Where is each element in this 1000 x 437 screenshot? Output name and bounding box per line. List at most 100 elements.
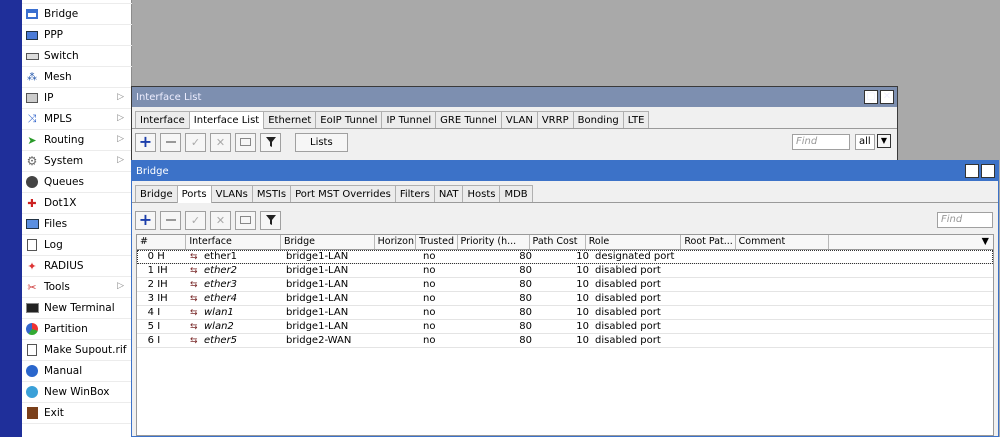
column-header-comment[interactable]: Comment xyxy=(736,235,830,249)
tab-lte[interactable]: LTE xyxy=(622,111,650,128)
sidebar-item-ppp[interactable]: PPP xyxy=(22,25,132,46)
tab-gre-tunnel[interactable]: GRE Tunnel xyxy=(435,111,502,128)
bridge-window-controls: ▢ ✕ xyxy=(965,164,995,178)
sidebar-item-label: Tools xyxy=(44,281,70,293)
sidebar-item-manual[interactable]: Manual xyxy=(22,361,132,382)
column-header-interface[interactable]: Interface xyxy=(186,235,281,249)
tab-mdb[interactable]: MDB xyxy=(499,185,533,202)
sidebar-item-mpls[interactable]: ⤨ MPLS ▷ xyxy=(22,109,132,130)
tab-interface-list[interactable]: Interface List xyxy=(188,111,265,129)
comment-button[interactable] xyxy=(235,132,256,152)
mpls-icon: ⤨ xyxy=(27,112,37,125)
filter-button[interactable] xyxy=(260,210,281,230)
enable-button[interactable]: ✓ xyxy=(185,210,206,230)
column-header-root-pat[interactable]: Root Pat... xyxy=(681,235,736,249)
tab-bridge[interactable]: Bridge xyxy=(135,185,178,202)
sidebar-item-label: Manual xyxy=(44,365,83,377)
comment-button[interactable] xyxy=(235,210,256,230)
sidebar-item-partition[interactable]: Partition xyxy=(22,319,132,340)
table-row[interactable]: 1 IH ⇆ ether2 bridge1-LAN no 80 10 disabled por… xyxy=(137,264,993,278)
tab-filters[interactable]: Filters xyxy=(394,185,435,202)
row-number: 3 xyxy=(147,293,154,304)
table-row[interactable]: 2 IH ⇆ ether3 bridge1-LAN no 80 10 disabled por… xyxy=(137,278,993,292)
sidebar-item-new-winbox[interactable]: New WinBox xyxy=(22,382,132,403)
row-number: 5 xyxy=(147,321,154,332)
tab-bonding[interactable]: Bonding xyxy=(572,111,624,128)
cell-comment xyxy=(744,250,839,263)
sidebar-item-files[interactable]: Files xyxy=(22,214,132,235)
add-button[interactable]: + xyxy=(135,132,156,152)
interface-list-window[interactable]: Interface List ▢ ✕ Interface Interface Li… xyxy=(131,86,898,166)
column-header-path-cost[interactable]: Path Cost xyxy=(530,235,586,249)
sidebar-item-new-terminal[interactable]: New Terminal xyxy=(22,298,132,319)
tab-nat[interactable]: NAT xyxy=(433,185,464,202)
enable-button[interactable]: ✓ xyxy=(185,132,206,152)
filter-dropdown-arrow[interactable]: ▼ xyxy=(877,134,891,148)
interface-find-input[interactable]: Find xyxy=(792,134,850,150)
sidebar-item-mesh[interactable]: ⁂ Mesh xyxy=(22,67,132,88)
sidebar-item-exit[interactable]: Exit xyxy=(22,403,132,424)
column-header-bridge[interactable]: Bridge xyxy=(281,235,375,249)
close-icon[interactable]: ✕ xyxy=(981,164,995,178)
close-icon[interactable]: ✕ xyxy=(880,90,894,104)
column-header-trusted[interactable]: Trusted xyxy=(416,235,458,249)
column-header-role[interactable]: Role xyxy=(586,235,682,249)
interface-window-titlebar[interactable]: Interface List ▢ ✕ xyxy=(132,87,897,107)
submenu-arrow-icon: ▷ xyxy=(117,113,124,123)
filter-button[interactable] xyxy=(260,132,281,152)
sidebar-item-dot1x[interactable]: ✚ Dot1X xyxy=(22,193,132,214)
table-row[interactable]: 5 I ⇆ wlan2 bridge1-LAN no 80 10 disabled port xyxy=(137,320,993,334)
column-header-[interactable]: # xyxy=(137,235,187,249)
tab-vlans[interactable]: VLANs xyxy=(210,185,253,202)
check-icon: ✓ xyxy=(190,135,201,149)
remove-button[interactable] xyxy=(160,132,181,152)
sidebar-item-queues[interactable]: Queues xyxy=(22,172,132,193)
table-row[interactable]: 6 I ⇆ ether5 bridge2-WAN no 80 10 disabled port xyxy=(137,334,993,348)
tab-vlan[interactable]: VLAN xyxy=(500,111,538,128)
disable-button[interactable]: ✕ xyxy=(210,132,231,152)
tab-hosts[interactable]: Hosts xyxy=(462,185,501,202)
cell-role: disabled port xyxy=(595,335,661,346)
maximize-icon[interactable]: ▢ xyxy=(864,90,878,104)
column-header-priority-h[interactable]: Priority (h... xyxy=(458,235,530,249)
tab-ports[interactable]: Ports xyxy=(176,185,212,203)
tab-vrrp[interactable]: VRRP xyxy=(536,111,574,128)
table-row[interactable]: 3 IH ⇆ ether4 bridge1-LAN no 80 10 disabled por… xyxy=(137,292,993,306)
cell-bridge: bridge1-LAN xyxy=(286,279,349,290)
sidebar-item-tools[interactable]: ✂ Tools ▷ xyxy=(22,277,132,298)
bridge-window[interactable]: Bridge ▢ ✕ Bridge Ports VLANs MSTIs Port MST… xyxy=(131,160,999,437)
bridge-find-input[interactable]: Find xyxy=(937,212,993,228)
sidebar-item-make-supout-rif[interactable]: Make Supout.rif xyxy=(22,340,132,361)
funnel-icon xyxy=(265,215,276,225)
tab-port-mst-overrides[interactable]: Port MST Overrides xyxy=(290,185,396,202)
maximize-icon[interactable]: ▢ xyxy=(965,164,979,178)
lists-button[interactable]: Lists xyxy=(295,132,348,152)
cross-icon: ✕ xyxy=(215,135,226,149)
sidebar-item-ip[interactable]: IP ▷ xyxy=(22,88,132,109)
tab-ip-tunnel[interactable]: IP Tunnel xyxy=(381,111,437,128)
tab-eoip-tunnel[interactable]: EoIP Tunnel xyxy=(315,111,383,128)
sidebar-item-label: Queues xyxy=(44,176,84,188)
bridge-window-titlebar[interactable]: Bridge ▢ ✕ xyxy=(132,161,998,181)
cell-bridge: bridge1-LAN xyxy=(286,265,349,276)
sidebar-item-log[interactable]: Log xyxy=(22,235,132,256)
cell-interface: ⇆ wlan1 xyxy=(187,306,283,319)
tab-mstis[interactable]: MSTIs xyxy=(251,185,292,202)
table-row[interactable]: 0 H ⇆ ether1 bridge1-LAN no 80 10 designated po… xyxy=(137,250,993,264)
sidebar-item-routing[interactable]: ➤ Routing ▷ xyxy=(22,130,132,151)
tab-interface[interactable]: Interface xyxy=(135,111,190,128)
cell-root-path-cost xyxy=(689,292,744,305)
sidebar-item-system[interactable]: ⚙ System ▷ xyxy=(22,151,132,172)
sidebar-item-bridge[interactable]: Bridge xyxy=(22,4,132,25)
table-row[interactable]: 4 I ⇆ wlan1 bridge1-LAN no 80 10 disabled port xyxy=(137,306,993,320)
add-button[interactable]: + xyxy=(135,210,156,230)
cell-path-cost: 10 xyxy=(576,265,589,276)
sidebar-item-radius[interactable]: ✦ RADIUS xyxy=(22,256,132,277)
sidebar-item-switch[interactable]: Switch xyxy=(22,46,132,67)
tab-ethernet[interactable]: Ethernet xyxy=(263,111,317,128)
column-header-horizon[interactable]: Horizon xyxy=(375,235,417,249)
column-menu-arrow-icon[interactable]: ▼ xyxy=(982,236,989,247)
disable-button[interactable]: ✕ xyxy=(210,210,231,230)
interface-filter-select[interactable]: all xyxy=(855,134,875,150)
remove-button[interactable] xyxy=(160,210,181,230)
